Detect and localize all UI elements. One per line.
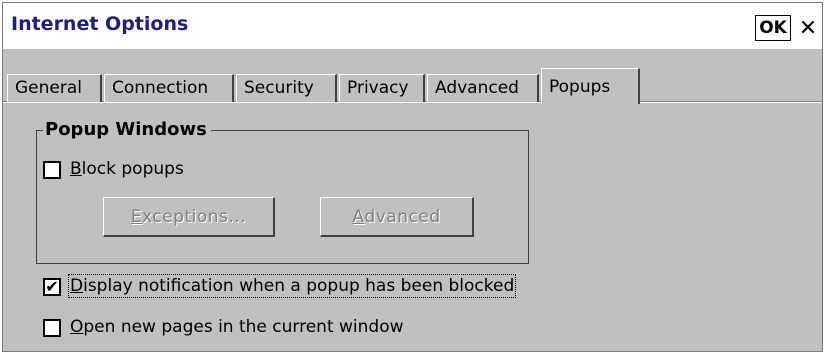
tab-advanced[interactable]: Advanced [427, 74, 539, 102]
tab-connection[interactable]: Connection [104, 74, 234, 102]
exceptions-button[interactable]: Exceptions... [103, 197, 275, 237]
advanced-button[interactable]: Advanced [320, 197, 474, 237]
tab-popups[interactable]: Popups [541, 68, 640, 104]
close-icon[interactable]: ✕ [795, 15, 821, 41]
open-new-pages-label[interactable]: Open new pages in the current window [70, 317, 404, 337]
block-popups-checkbox[interactable] [43, 161, 61, 179]
internet-options-window: Internet Options OK ✕ General Connection… [2, 2, 823, 352]
window-title: Internet Options [11, 13, 189, 35]
tab-general[interactable]: General [7, 74, 102, 102]
open-new-pages-checkbox[interactable] [43, 319, 61, 337]
group-title: Popup Windows [43, 119, 211, 140]
display-notification-label[interactable]: Display notification when a popup has be… [67, 274, 517, 298]
tab-security[interactable]: Security [236, 74, 337, 102]
display-notification-checkbox[interactable]: ✔ [43, 278, 61, 296]
ok-button[interactable]: OK [755, 15, 791, 41]
block-popups-label[interactable]: Block popups [70, 159, 184, 179]
tab-privacy[interactable]: Privacy [339, 74, 425, 102]
title-bar: Internet Options OK ✕ [3, 3, 822, 49]
